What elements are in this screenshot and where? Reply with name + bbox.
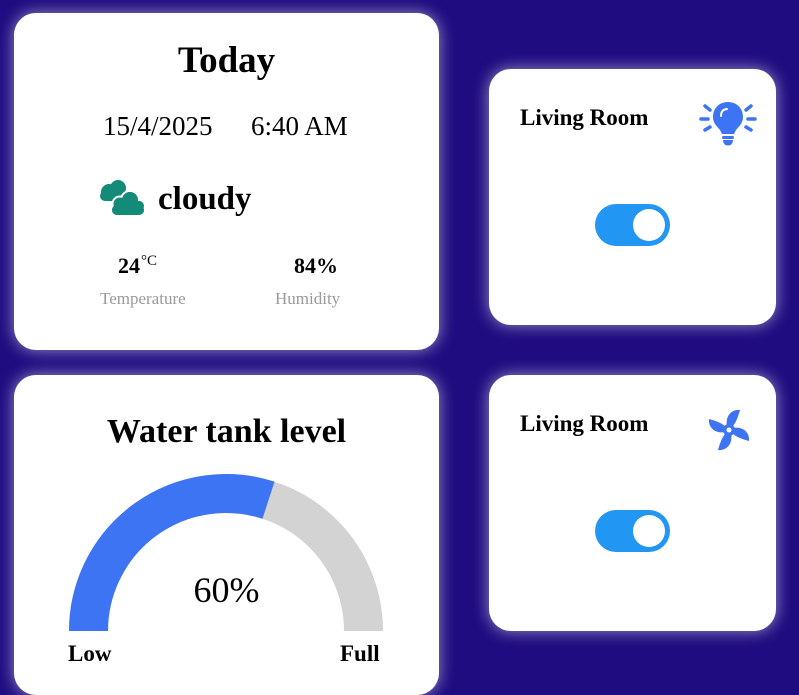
tank-level-percent: 60% (193, 570, 260, 610)
lightbulb-icon (699, 102, 757, 146)
fan-control-card: Living Room (489, 375, 776, 631)
time-display: 6:40 AM (251, 111, 348, 141)
light-toggle[interactable] (595, 204, 670, 246)
fan-toggle[interactable] (595, 510, 670, 552)
date-display: 15/4/2025 (103, 111, 213, 141)
light-toggle-knob (633, 209, 665, 241)
temperature-value: 24°C (118, 253, 157, 279)
cloud-icon (100, 180, 146, 217)
gauge-full-label: Full (340, 641, 380, 666)
light-room-label: Living Room (520, 105, 649, 130)
fan-room-label: Living Room (520, 411, 649, 436)
temperature-label: Temperature (100, 289, 186, 308)
gauge-low-label: Low (68, 641, 112, 666)
fan-icon (708, 409, 750, 451)
humidity-value: 84% (294, 253, 338, 278)
fan-toggle-knob (633, 515, 665, 547)
light-control-card: Living Room (489, 69, 776, 325)
temperature-number: 24 (118, 253, 140, 278)
tank-title: Water tank level (106, 413, 347, 450)
weather-card: Today 15/4/2025 6:40 AM cloudy 24°C 84% … (14, 13, 439, 350)
temperature-unit: °C (141, 253, 158, 269)
water-tank-card: Water tank level 60% Low Full (14, 375, 439, 695)
weather-title: Today (177, 40, 276, 81)
humidity-label: Humidity (275, 289, 341, 308)
weather-condition: cloudy (158, 181, 252, 217)
